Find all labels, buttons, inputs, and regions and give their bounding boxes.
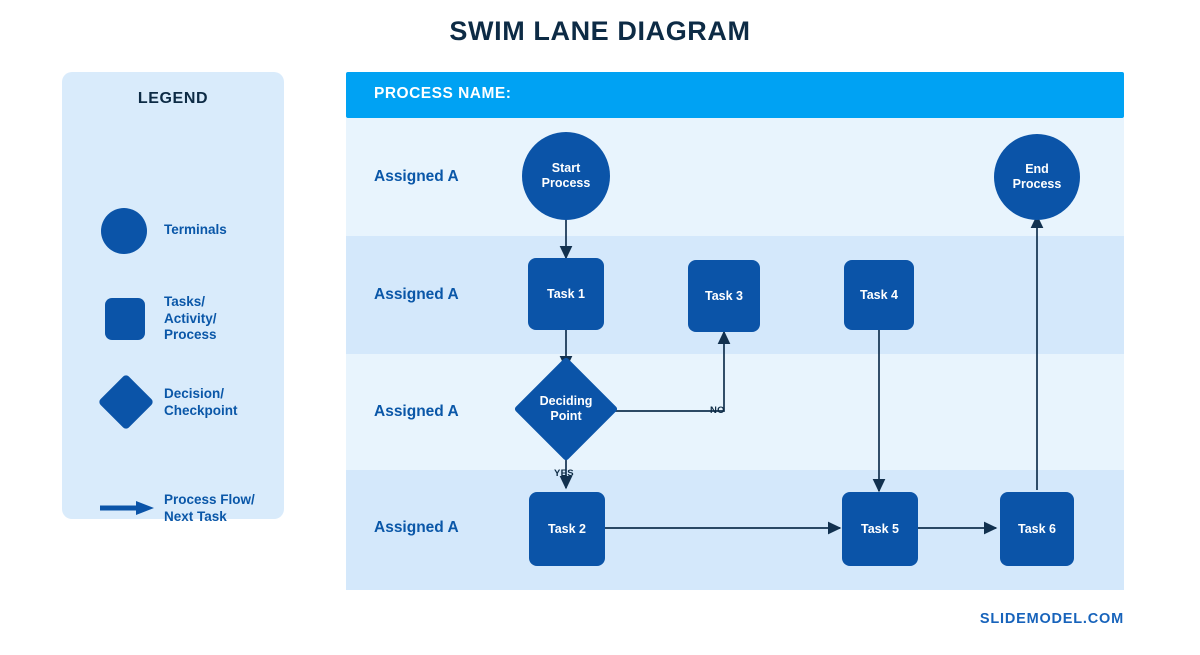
legend-item-tasks: Tasks/ Activity/ Process <box>62 288 284 348</box>
circle-shape-icon <box>98 200 160 260</box>
lane-label: Assigned A <box>374 286 459 303</box>
rounded-rect-shape-icon <box>98 288 160 348</box>
edge-label-yes: YES <box>554 468 574 479</box>
legend-item-label: Tasks/ Activity/ Process <box>164 294 217 342</box>
legend-item-label: Process Flow/ Next Task <box>164 492 255 524</box>
swimlane-row-3: Assigned A <box>346 354 1124 470</box>
node-task-1[interactable]: Task 1 <box>528 258 604 330</box>
page-title: SWIM LANE DIAGRAM <box>449 16 751 46</box>
arrow-right-icon <box>98 478 160 538</box>
process-name-label: PROCESS NAME: <box>374 85 512 102</box>
node-task-4[interactable]: Task 4 <box>844 260 914 330</box>
legend-item-decision: Decision/ Checkpoint <box>62 372 284 432</box>
lane-label: Assigned A <box>374 519 459 536</box>
process-name-header: PROCESS NAME: <box>346 72 1124 118</box>
node-task-5[interactable]: Task 5 <box>842 492 918 566</box>
node-task-3[interactable]: Task 3 <box>688 260 760 332</box>
node-deciding-point[interactable]: Deciding Point <box>513 356 619 462</box>
legend-title: LEGEND <box>137 90 209 107</box>
legend-item-label: Terminals <box>164 222 227 237</box>
legend-panel: LEGEND Terminals Tasks/ Activity/ Proces… <box>62 72 284 524</box>
edge-label-no: NO <box>710 405 725 416</box>
node-end-process[interactable]: End Process <box>994 134 1080 220</box>
legend-item-label: Decision/ Checkpoint <box>164 386 238 418</box>
footer-brand: SLIDEMODEL.COM <box>979 611 1124 627</box>
node-task-2[interactable]: Task 2 <box>529 492 605 566</box>
node-task-6[interactable]: Task 6 <box>1000 492 1074 566</box>
node-label: Deciding Point <box>539 394 593 423</box>
swimlane-diagram: PROCESS NAME: Assigned A Assigned A Assi… <box>346 72 1124 590</box>
node-start-process[interactable]: Start Process <box>522 132 610 220</box>
legend-item-process-flow: Process Flow/ Next Task <box>62 478 284 538</box>
legend-item-terminals: Terminals <box>62 200 284 260</box>
diamond-shape-icon <box>97 372 160 432</box>
lane-label: Assigned A <box>374 168 459 185</box>
lane-label: Assigned A <box>374 403 459 420</box>
